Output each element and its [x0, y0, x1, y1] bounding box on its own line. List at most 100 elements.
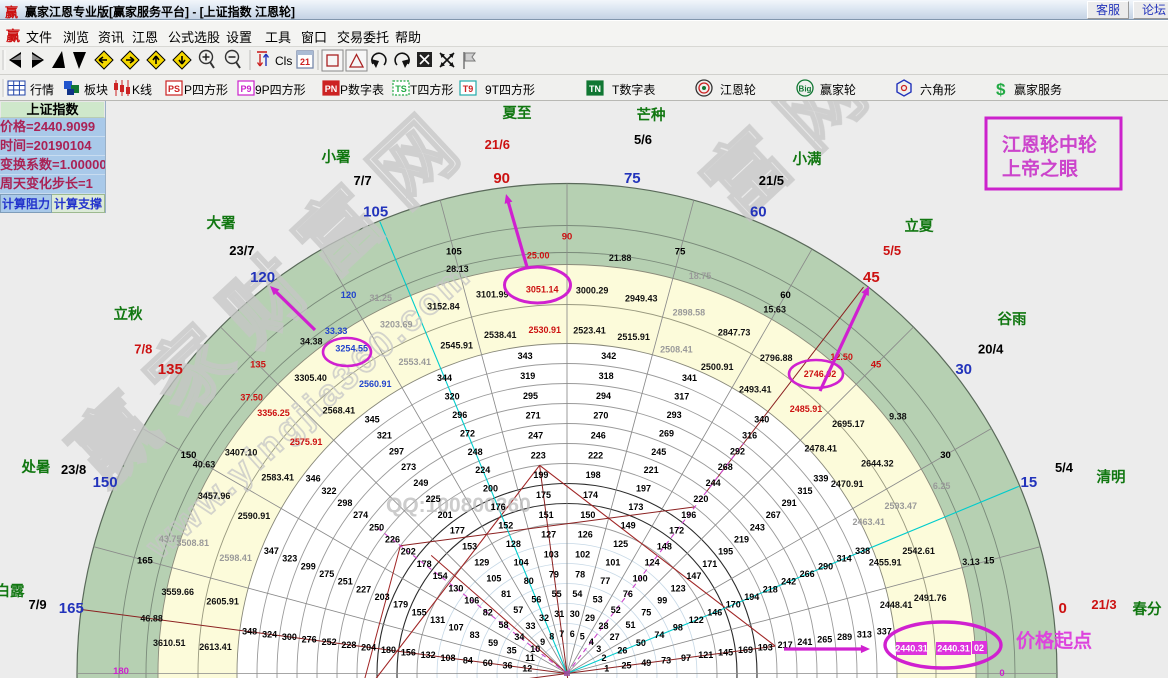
svg-text:203: 203 [375, 592, 390, 602]
svg-text:6: 6 [570, 629, 575, 639]
svg-text:2500.91: 2500.91 [701, 362, 734, 372]
svg-text:45: 45 [871, 360, 882, 371]
svg-text:51: 51 [625, 620, 635, 630]
svg-text:97: 97 [681, 653, 691, 663]
svg-text:275: 275 [319, 569, 334, 579]
svg-text:2545.91: 2545.91 [440, 341, 473, 351]
svg-text:25: 25 [621, 661, 631, 671]
svg-text:104: 104 [514, 558, 529, 568]
svg-text:242: 242 [781, 577, 796, 587]
svg-text:150: 150 [580, 510, 595, 520]
svg-text:243: 243 [750, 522, 765, 532]
svg-text:135: 135 [250, 360, 267, 371]
svg-text:Cls: Cls [275, 54, 292, 68]
svg-text:36: 36 [502, 661, 512, 671]
svg-text:45: 45 [863, 269, 880, 286]
svg-text:197: 197 [636, 484, 651, 494]
svg-text:18.75: 18.75 [689, 271, 712, 281]
svg-text:155: 155 [412, 607, 427, 617]
svg-text:298: 298 [337, 498, 352, 508]
svg-text:108: 108 [440, 653, 455, 663]
svg-text:177: 177 [450, 526, 465, 536]
svg-text:323: 323 [282, 554, 297, 564]
svg-text:151: 151 [539, 510, 554, 520]
svg-text:165: 165 [137, 555, 154, 566]
svg-text:316: 316 [742, 431, 757, 441]
svg-text:299: 299 [301, 561, 316, 571]
svg-text:5/4: 5/4 [1055, 460, 1074, 475]
svg-text:21/3: 21/3 [1091, 597, 1116, 612]
svg-text:2796.88: 2796.88 [760, 353, 793, 363]
svg-text:23/7: 23/7 [229, 243, 254, 258]
svg-text:53: 53 [593, 595, 603, 605]
svg-text:TS: TS [395, 84, 407, 94]
svg-text:196: 196 [681, 510, 696, 520]
svg-text:123: 123 [671, 583, 686, 593]
svg-text:219: 219 [734, 535, 749, 545]
svg-text:102: 102 [575, 550, 590, 560]
svg-text:23/8: 23/8 [61, 462, 86, 477]
svg-text:121: 121 [698, 650, 713, 660]
svg-text:324: 324 [262, 629, 277, 639]
svg-text:小署: 小署 [322, 149, 351, 166]
svg-text:78: 78 [575, 569, 585, 579]
svg-text:57: 57 [513, 605, 523, 615]
svg-text:谷雨: 谷雨 [998, 311, 1027, 328]
svg-text:105: 105 [363, 204, 388, 221]
svg-text:2583.41: 2583.41 [261, 472, 294, 482]
svg-text:37.50: 37.50 [240, 393, 263, 403]
svg-text:34.38: 34.38 [300, 337, 323, 347]
svg-text:90: 90 [493, 170, 510, 187]
svg-text:221: 221 [644, 465, 659, 475]
svg-text:50: 50 [636, 638, 646, 648]
svg-text:153: 153 [462, 542, 477, 552]
svg-text:152: 152 [498, 521, 513, 531]
svg-text:176: 176 [491, 502, 506, 512]
svg-text:345: 345 [365, 415, 380, 425]
svg-text:84: 84 [463, 655, 473, 665]
svg-text:343: 343 [518, 351, 533, 361]
svg-text:QQ:100800360: QQ:100800360 [386, 494, 531, 517]
svg-text:3457.96: 3457.96 [198, 491, 231, 501]
svg-text:28: 28 [598, 621, 608, 631]
svg-text:128: 128 [506, 539, 521, 549]
svg-text:49: 49 [641, 658, 651, 668]
svg-text:5: 5 [580, 632, 585, 642]
svg-text:60: 60 [750, 204, 767, 221]
svg-text:120: 120 [341, 290, 357, 301]
svg-text:293: 293 [667, 410, 682, 420]
svg-text:268: 268 [718, 462, 733, 472]
svg-text:180: 180 [381, 645, 396, 655]
svg-text:125: 125 [613, 539, 628, 549]
svg-text:2593.47: 2593.47 [885, 501, 918, 511]
svg-text:321: 321 [377, 431, 392, 441]
svg-text:227: 227 [356, 584, 371, 594]
svg-text:30: 30 [570, 609, 580, 619]
svg-text:60: 60 [780, 290, 791, 301]
svg-text:3.13: 3.13 [962, 557, 980, 567]
svg-text:33: 33 [525, 621, 535, 631]
svg-text:204: 204 [361, 642, 376, 652]
svg-text:白露: 白露 [0, 582, 25, 600]
svg-text:225: 225 [426, 494, 441, 504]
svg-text:21: 21 [300, 57, 310, 67]
svg-text:148: 148 [657, 542, 672, 552]
svg-text:立夏: 立夏 [905, 217, 934, 235]
svg-text:处暑: 处暑 [21, 458, 51, 476]
svg-text:194: 194 [744, 592, 759, 602]
svg-text:3000.29: 3000.29 [576, 286, 609, 296]
svg-text:2440.31: 2440.31 [937, 644, 970, 654]
svg-text:145: 145 [718, 648, 733, 658]
svg-text:347: 347 [264, 546, 279, 556]
svg-text:292: 292 [730, 446, 745, 456]
svg-text:83: 83 [470, 630, 480, 640]
svg-text:28.13: 28.13 [446, 264, 469, 274]
svg-text:274: 274 [353, 510, 368, 520]
svg-text:21/5: 21/5 [759, 173, 784, 188]
svg-text:79: 79 [549, 569, 559, 579]
svg-text:222: 222 [588, 450, 603, 460]
svg-text:129: 129 [474, 557, 489, 567]
svg-text:319: 319 [520, 371, 535, 381]
svg-text:75: 75 [641, 608, 651, 618]
svg-text:146: 146 [707, 607, 722, 617]
